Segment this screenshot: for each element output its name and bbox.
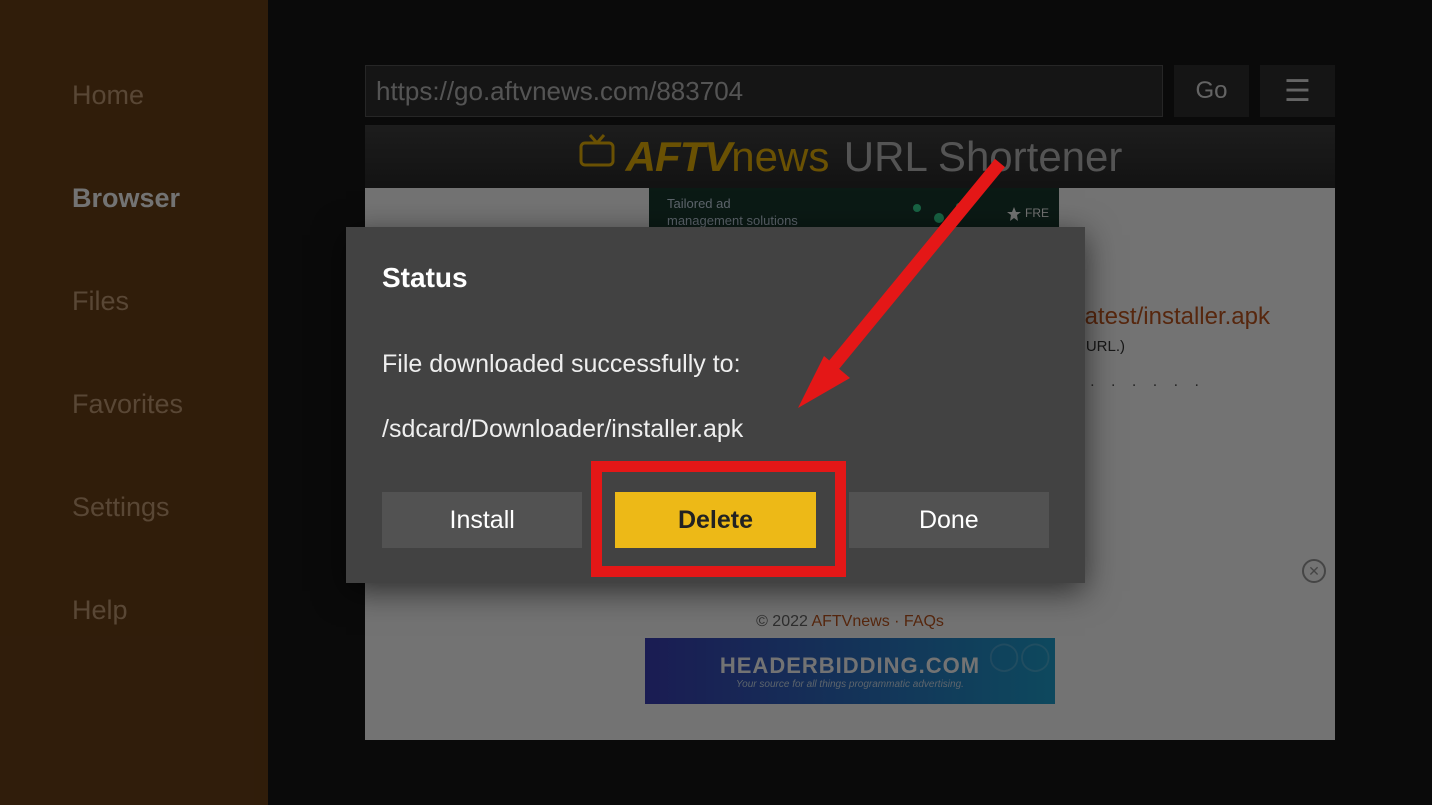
dialog-message-1: File downloaded successfully to:: [382, 350, 1049, 379]
install-button[interactable]: Install: [382, 492, 582, 548]
dialog-buttons: Install Delete Done: [382, 492, 1049, 548]
done-button[interactable]: Done: [849, 492, 1049, 548]
status-dialog: Status File downloaded successfully to: …: [346, 227, 1085, 583]
delete-button[interactable]: Delete: [615, 492, 815, 548]
dialog-title: Status: [382, 262, 1049, 294]
dialog-message-2: /sdcard/Downloader/installer.apk: [382, 415, 1049, 444]
